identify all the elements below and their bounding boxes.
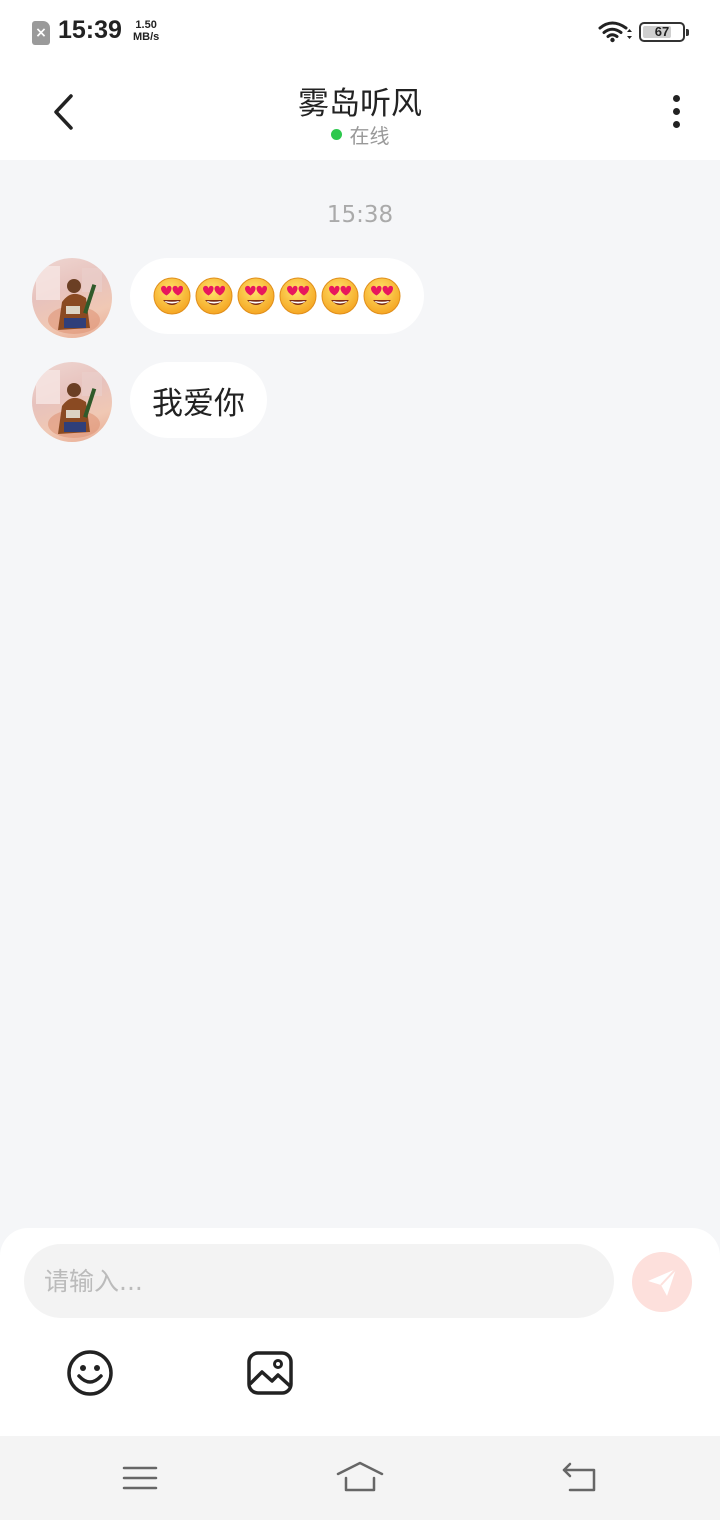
heart-eyes-emoji-icon xyxy=(237,277,275,315)
system-nav-bar xyxy=(0,1436,720,1520)
presence-text: 在线 xyxy=(349,124,390,148)
battery-indicator: 67 xyxy=(639,22,689,42)
emoji-message xyxy=(152,276,402,316)
emoji-picker-button[interactable] xyxy=(65,1348,115,1398)
home-icon[interactable] xyxy=(336,1460,384,1496)
heart-eyes-emoji-icon xyxy=(321,277,359,315)
message-row xyxy=(32,258,424,338)
avatar-illustration xyxy=(36,370,102,438)
message-timestamp: 15:38 xyxy=(326,202,394,228)
message-row: 我爱你 xyxy=(32,362,267,442)
message-list[interactable]: 15:38 我爱你 xyxy=(0,160,720,1228)
message-bubble[interactable] xyxy=(130,258,424,334)
chat-screen: × 15:39 1.50 MB/s 67 雾岛听风 在线 15:38 我爱你 请… xyxy=(0,0,720,1520)
paper-plane-icon xyxy=(648,1268,677,1296)
heart-eyes-emoji-icon xyxy=(195,277,233,315)
status-time: 15:39 xyxy=(58,16,122,44)
image-picker-button[interactable] xyxy=(245,1348,295,1398)
network-speed-unit: MB/s xyxy=(133,31,160,43)
status-bar: × 15:39 1.50 MB/s 67 xyxy=(0,0,720,64)
back-nav-icon[interactable] xyxy=(560,1460,600,1496)
network-speed-value: 1.50 xyxy=(135,19,157,31)
message-bubble[interactable]: 我爱你 xyxy=(130,362,267,438)
heart-eyes-emoji-icon xyxy=(279,277,317,315)
composer-panel xyxy=(0,1228,720,1436)
wifi-icon xyxy=(598,21,632,43)
dot-icon xyxy=(672,121,680,128)
online-dot-icon xyxy=(330,129,342,140)
dot-icon xyxy=(672,95,680,102)
more-options-button[interactable] xyxy=(664,92,688,136)
network-speed: 1.50 MB/s xyxy=(133,19,159,43)
message-input[interactable] xyxy=(24,1244,614,1318)
menu-icon[interactable] xyxy=(122,1460,158,1496)
message-text: 我爱你 xyxy=(152,385,245,422)
dot-icon xyxy=(672,108,680,115)
no-sim-icon: × xyxy=(32,21,50,45)
presence-status: 在线 xyxy=(0,120,720,149)
contact-avatar[interactable] xyxy=(32,258,112,338)
contact-name: 雾岛听风 xyxy=(298,86,422,122)
contact-avatar[interactable] xyxy=(32,362,112,442)
chat-header: 雾岛听风 在线 xyxy=(0,64,720,160)
heart-eyes-emoji-icon xyxy=(153,277,191,315)
battery-level: 67 xyxy=(654,24,670,39)
avatar-illustration xyxy=(36,266,102,334)
heart-eyes-emoji-icon xyxy=(363,277,401,315)
send-button[interactable] xyxy=(632,1252,692,1312)
